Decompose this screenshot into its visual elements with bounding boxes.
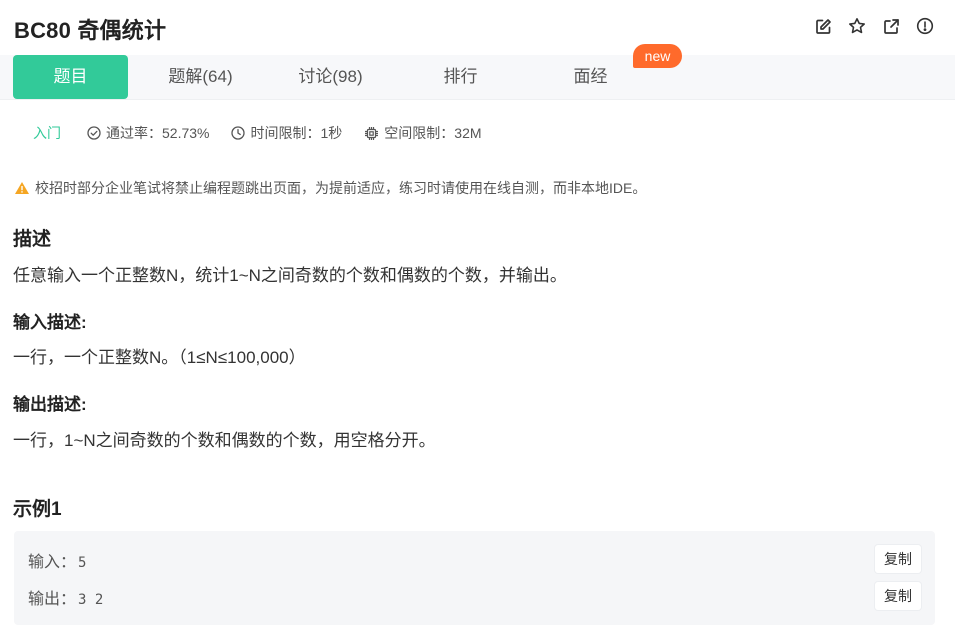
copy-output-button[interactable]: 复制 bbox=[875, 582, 921, 610]
warning-icon bbox=[15, 182, 29, 194]
example-input-label: 输入： bbox=[28, 554, 77, 571]
clock-icon bbox=[231, 126, 246, 140]
pass-rate-text: 通过率：52.73% bbox=[106, 125, 210, 141]
tab-ranking[interactable]: 排行 bbox=[403, 55, 518, 99]
example-box: 输入： 5 复制 输出： 3 2 复制 bbox=[14, 531, 935, 625]
info-icon[interactable] bbox=[915, 16, 935, 36]
tab-problem[interactable]: 题目 bbox=[13, 55, 128, 99]
page-title: BC80 奇偶统计 bbox=[14, 18, 167, 43]
space-limit-text: 空间限制：32M bbox=[384, 125, 482, 141]
title-actions bbox=[813, 16, 935, 36]
check-circle-icon bbox=[87, 126, 101, 140]
time-limit: 时间限制：1秒 bbox=[231, 123, 342, 143]
description-heading: 描述 bbox=[13, 229, 52, 250]
example-output: 输出： 3 2 bbox=[28, 585, 103, 609]
example-input-value: 5 bbox=[78, 555, 87, 571]
input-description-heading: 输入描述: bbox=[13, 313, 87, 332]
warning-text: 校招时部分企业笔试将禁止编程题跳出页面，为提前适应，练习时请使用在线自测，而非本… bbox=[35, 180, 647, 196]
edit-icon[interactable] bbox=[813, 16, 833, 36]
tab-interview[interactable]: 面经 bbox=[533, 55, 648, 99]
copy-input-button[interactable]: 复制 bbox=[875, 545, 921, 573]
output-description-heading: 输出描述: bbox=[13, 395, 87, 414]
share-icon[interactable] bbox=[881, 16, 901, 36]
time-limit-text: 时间限制：1秒 bbox=[250, 125, 343, 141]
example-input: 输入： 5 bbox=[28, 548, 86, 572]
output-description-text: 一行，1~N之间奇数的个数和偶数的个数，用空格分开。 bbox=[13, 431, 436, 450]
space-limit: 空间限制：32M bbox=[364, 123, 482, 143]
description-text: 任意输入一个正整数N，统计1~N之间奇数的个数和偶数的个数，并输出。 bbox=[13, 266, 567, 285]
star-icon[interactable] bbox=[847, 16, 867, 36]
title-row: BC80 奇偶统计 bbox=[14, 12, 935, 46]
new-badge: new bbox=[633, 44, 682, 68]
pass-rate: 通过率：52.73% bbox=[87, 123, 209, 143]
example-output-value: 3 2 bbox=[78, 592, 104, 608]
example-output-label: 输出： bbox=[28, 591, 77, 608]
input-description-text: 一行，一个正整数N。（1≤N≤100,000） bbox=[13, 348, 306, 367]
example-heading: 示例1 bbox=[13, 499, 62, 520]
tab-bar: 题目 题解(64) 讨论(98) 排行 面经 bbox=[0, 55, 955, 100]
difficulty-level: 入门 bbox=[33, 125, 61, 141]
chip-icon bbox=[365, 126, 379, 140]
problem-meta: 入门 通过率：52.73% 时间限制：1秒 空间限制：32M bbox=[33, 122, 504, 144]
tab-discuss[interactable]: 讨论(98) bbox=[273, 55, 388, 99]
tab-solutions[interactable]: 题解(64) bbox=[143, 55, 258, 99]
ide-warning: 校招时部分企业笔试将禁止编程题跳出页面，为提前适应，练习时请使用在线自测，而非本… bbox=[14, 178, 646, 198]
